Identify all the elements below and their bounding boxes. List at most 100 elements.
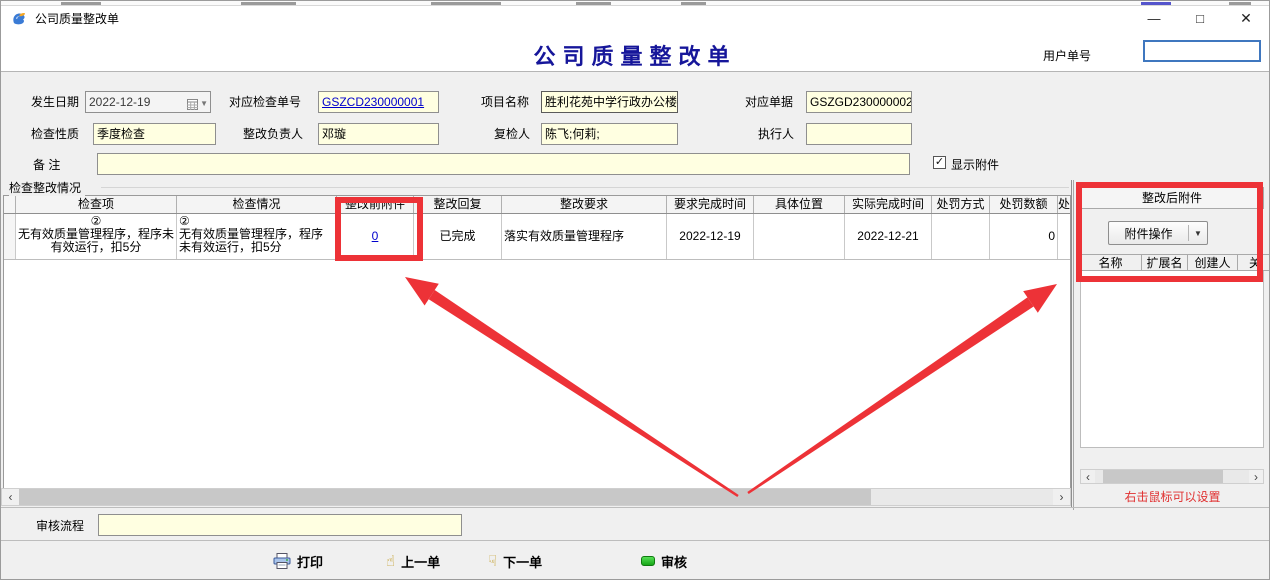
attach-before-cell: 0 [337,214,414,259]
form-header: 公司质量整改单 用户单号 [1,31,1269,72]
ref-doc-label: 对应单据 [745,94,793,110]
grid-header-row: 检查项 检查情况 整改前附件 整改回复 整改要求 要求完成时间 具体位置 实际完… [4,196,1070,214]
clipped-cell [1058,214,1071,259]
previous-order-label: 上一单 [401,552,440,571]
project-name-label: 项目名称 [481,94,529,110]
review-label: 审核 [661,552,687,571]
print-button[interactable]: 打印 [273,549,323,573]
attachment-panel-title: 整改后附件 [1080,187,1264,209]
user-no-input[interactable] [1143,40,1261,62]
occur-date-field[interactable]: 2022-12-19 ▼ [85,91,211,113]
bg-artifact [576,2,611,5]
window-title: 公司质量整改单 [35,10,119,27]
reply-cell: 已完成 [414,214,502,259]
maximize-button[interactable]: □ [1177,6,1223,31]
attachment-list-header: 名称 扩展名 创建人 关 [1080,254,1270,271]
col-penalty-amount[interactable]: 处罚数额 [990,196,1058,213]
occur-date-value: 2022-12-19 [89,95,150,109]
executor-field[interactable] [806,123,912,145]
close-button[interactable]: ✕ [1223,6,1269,31]
occur-date-label: 发生日期 [31,94,79,110]
hand-down-icon: ☟ [488,554,497,569]
col-attach-name[interactable]: 名称 [1080,255,1142,270]
print-label: 打印 [297,552,323,571]
show-attachment-label: 显示附件 [951,157,999,173]
right-click-hint: 右击鼠标可以设置 [1074,488,1270,505]
next-order-label: 下一单 [503,552,542,571]
review-flow-row: 审核流程 [1,508,1270,540]
main-horizontal-scrollbar[interactable]: ‹ › [1,488,1071,506]
col-required-time[interactable]: 要求完成时间 [667,196,754,213]
row-selector-header [4,196,16,213]
review-flow-field[interactable] [98,514,462,536]
location-cell [754,214,845,259]
app-window: 公司质量整改单 — □ ✕ 公司质量整改单 用户单号 发生日期 2022-12-… [0,0,1270,580]
attachment-list-area [1080,271,1264,448]
calendar-icon [187,99,198,110]
bg-artifact [1141,2,1171,5]
panel-scroll-right-icon[interactable]: › [1249,470,1263,483]
requirement-cell: 落实有效质量管理程序 [502,214,667,259]
main-scroll-thumb[interactable] [19,489,871,505]
rectification-grid: 检查项 检查情况 整改前附件 整改回复 整改要求 要求完成时间 具体位置 实际完… [3,195,1071,488]
minimize-button[interactable]: — [1131,6,1177,31]
group-label: 检查整改情况 [9,179,85,196]
project-name-field[interactable]: 胜利花苑中学行政办公楼组 [541,91,678,113]
next-order-button[interactable]: ☟ 下一单 [488,549,542,573]
col-penalty-type[interactable]: 处罚方式 [932,196,990,213]
panel-horizontal-scrollbar[interactable]: ‹ › [1080,469,1264,484]
main-scroll-track[interactable] [19,489,1053,505]
col-attach-clipped: 关 [1238,255,1270,270]
check-item-cell: ② 无有效质量管理程序，程序未有效运行，扣5分 [16,214,177,259]
col-check-detail[interactable]: 检查情况 [177,196,337,213]
col-attach-before[interactable]: 整改前附件 [337,196,414,213]
panel-scroll-track[interactable] [1095,470,1249,483]
col-location[interactable]: 具体位置 [754,196,845,213]
attachment-actions-label: 附件操作 [1109,225,1188,242]
executor-label: 执行人 [758,126,794,142]
check-nature-field[interactable]: 季度检查 [93,123,216,145]
scroll-left-icon[interactable]: ‹ [2,489,19,505]
ref-doc-field[interactable]: GSZGD230000002 [806,91,912,113]
show-attachment-checkbox[interactable]: ✓ [933,156,946,169]
rect-owner-label: 整改负责人 [243,126,303,142]
check-nature-label: 检查性质 [31,126,79,142]
chevron-down-icon[interactable]: ▼ [1189,229,1207,238]
rect-owner-field[interactable]: 邓璇 [318,123,439,145]
bg-artifact [61,2,101,5]
attach-before-link[interactable]: 0 [372,229,379,243]
col-attach-ext[interactable]: 扩展名 [1142,255,1188,270]
col-check-item[interactable]: 检查项 [16,196,177,213]
col-attach-creator[interactable]: 创建人 [1188,255,1238,270]
panel-scroll-thumb[interactable] [1103,470,1223,483]
group-box-line [101,187,1069,188]
attachment-panel: 整改后附件 附件操作 ▼ 名称 扩展名 创建人 关 ‹ › 右击鼠标可以设置 [1073,180,1270,510]
penalty-amount-cell: 0 [990,214,1058,259]
review-button[interactable]: 审核 [641,549,687,573]
scroll-right-icon[interactable]: › [1053,489,1070,505]
table-row[interactable]: ② 无有效质量管理程序，程序未有效运行，扣5分 ② 无有效质量管理程序，程序未有… [4,214,1070,260]
col-reply[interactable]: 整改回复 [414,196,502,213]
col-requirement[interactable]: 整改要求 [502,196,667,213]
main-panel-divider [1071,180,1072,507]
bg-artifact [681,2,706,5]
remark-field[interactable] [97,153,910,175]
check-no-field[interactable]: GSZCD230000001 [318,91,439,113]
row-selector-cell[interactable] [4,214,16,259]
title-bar: 公司质量整改单 — □ ✕ [1,6,1269,31]
bg-artifact [1229,2,1251,5]
check-detail-cell: ② 无有效质量管理程序，程序未有效运行，扣5分 [177,214,337,259]
rechecker-label: 复检人 [494,126,530,142]
printer-icon [273,553,291,569]
date-dropdown-icon[interactable]: ▼ [200,94,208,113]
check-no-label: 对应检查单号 [229,94,301,110]
rechecker-field[interactable]: 陈飞;何莉; [541,123,678,145]
attachment-actions-button[interactable]: 附件操作 ▼ [1108,221,1208,245]
bg-artifact [241,2,296,5]
previous-order-button[interactable]: ☝ 上一单 [386,549,440,573]
col-actual-time[interactable]: 实际完成时间 [845,196,932,213]
remark-label: 备 注 [33,157,60,173]
hand-up-icon: ☝ [386,554,395,569]
panel-scroll-left-icon[interactable]: ‹ [1081,470,1095,483]
penalty-type-cell [932,214,990,259]
